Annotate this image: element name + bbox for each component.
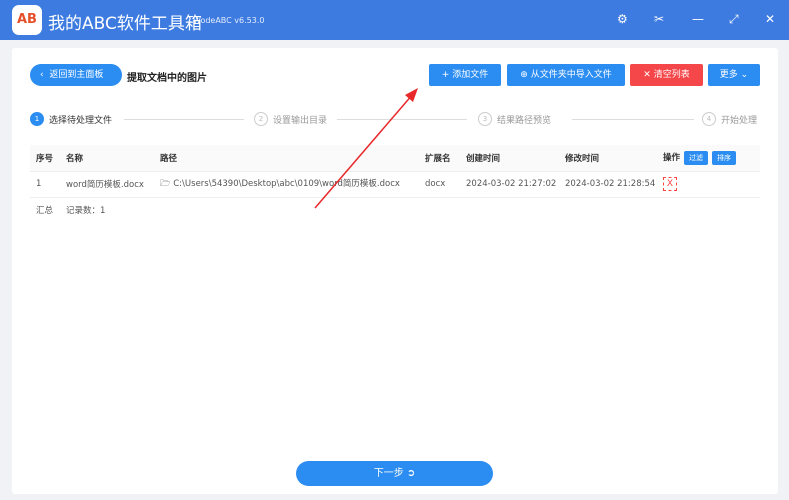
annotation-arrow [314, 88, 418, 209]
arrow-line [314, 93, 414, 209]
